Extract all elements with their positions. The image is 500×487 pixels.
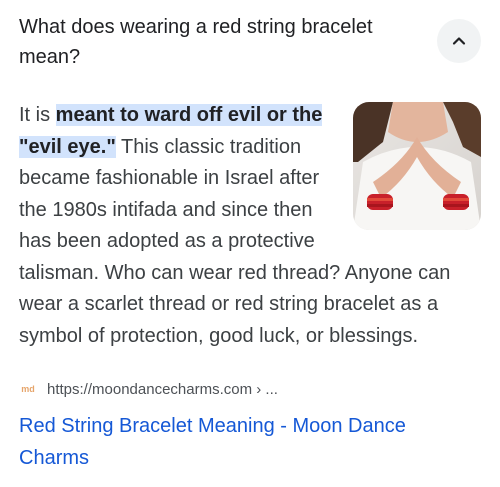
thumbnail-image[interactable] <box>353 102 481 230</box>
source-url[interactable]: https://moondancecharms.com › ... <box>47 381 278 398</box>
question-heading[interactable]: What does wearing a red string bracelet … <box>19 12 419 72</box>
site-favicon-icon: md <box>21 384 35 394</box>
collapse-button[interactable] <box>437 19 481 63</box>
result-title-link[interactable]: Red String Bracelet Meaning - Moon Dance… <box>19 410 479 474</box>
source-line[interactable]: md https://moondancecharms.com › ... <box>19 380 278 398</box>
chevron-up-icon <box>450 32 468 50</box>
featured-snippet-card: What does wearing a red string bracelet … <box>0 0 500 487</box>
answer-snippet: It is meant to ward off evil or the "evi… <box>19 100 481 352</box>
answer-prefix: It is <box>19 104 56 126</box>
